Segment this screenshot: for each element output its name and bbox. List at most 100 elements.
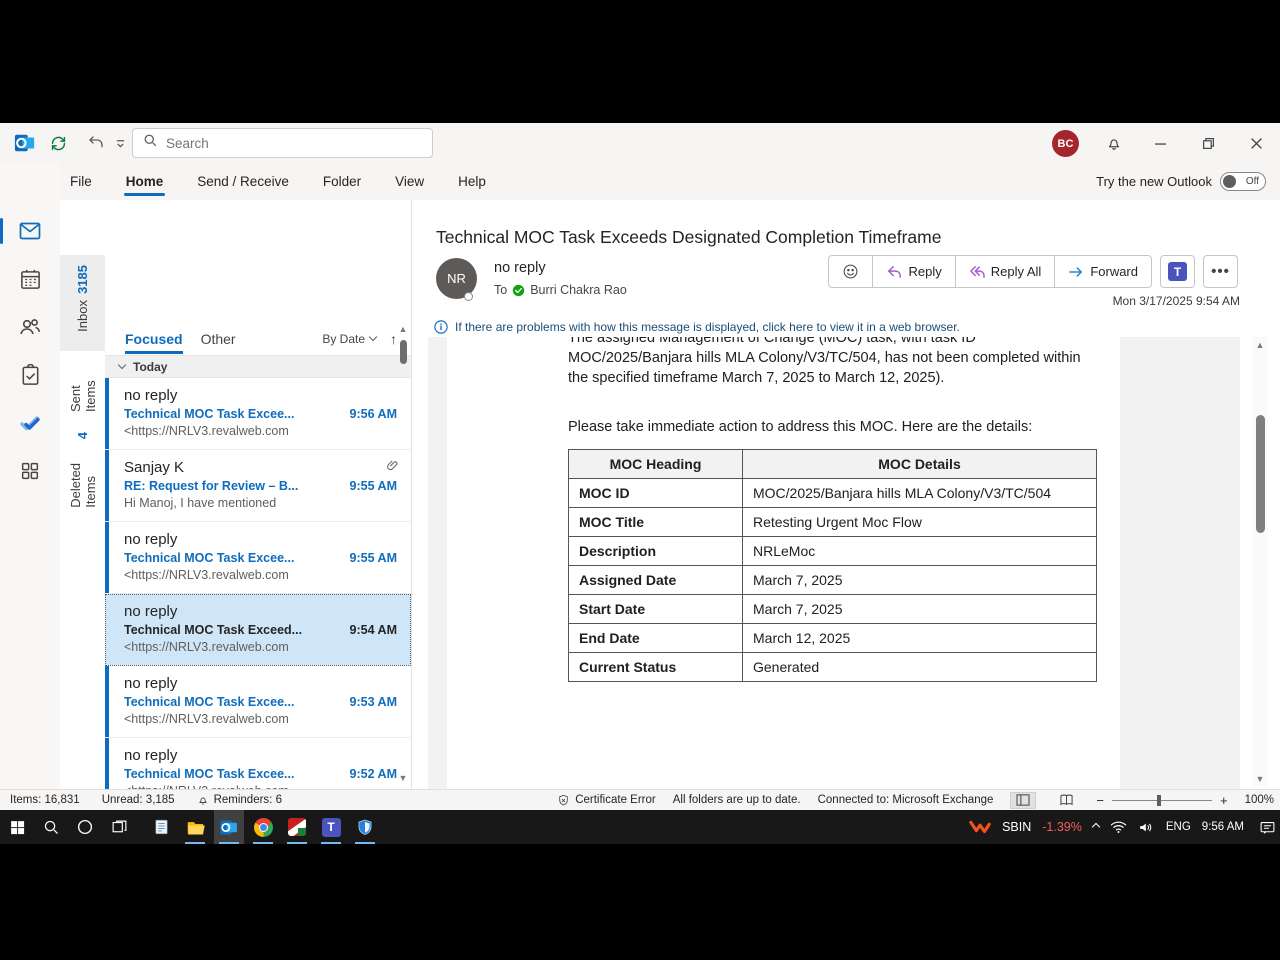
list-item[interactable]: no reply Technical MOC Task Excee...9:56… (105, 378, 411, 450)
cortana-button[interactable] (70, 810, 100, 844)
outlook-taskbar-icon[interactable] (214, 810, 244, 844)
search-bar[interactable] (132, 128, 433, 158)
list-item[interactable]: Sanjay K RE: Request for Review – B...9:… (105, 450, 411, 522)
task-view-button[interactable] (104, 810, 134, 844)
stock-symbol[interactable]: SBIN (1002, 820, 1031, 834)
app-rail (0, 163, 60, 789)
menu-home[interactable]: Home (124, 165, 166, 198)
stock-change[interactable]: -1.39% (1042, 820, 1082, 834)
send-receive-sync-icon[interactable] (46, 131, 70, 155)
reading-view-button[interactable] (1010, 792, 1036, 809)
tab-focused[interactable]: Focused (125, 331, 183, 347)
menu-send-receive[interactable]: Send / Receive (195, 165, 291, 198)
unread-indicator (105, 450, 109, 521)
red-green-app-icon[interactable] (282, 810, 312, 844)
list-header: Focused Other By Date ↑ (105, 322, 411, 355)
forward-button-header[interactable]: Forward (1055, 256, 1151, 287)
folder-inbox[interactable]: 3185 Inbox (60, 255, 105, 351)
window-close-button[interactable] (1244, 131, 1268, 155)
zoom-in-button[interactable]: + (1220, 793, 1228, 808)
forward-icon (1068, 265, 1084, 279)
sort-by-date[interactable]: By Date (322, 332, 376, 346)
table-header-heading: MOC Heading (569, 450, 743, 479)
calendar-nav-icon[interactable] (18, 267, 42, 291)
teams-app-icon[interactable]: T (316, 810, 346, 844)
window-restore-button[interactable] (1196, 131, 1220, 155)
status-unread-count: Unread: 3,185 (102, 794, 175, 806)
list-scrollbar[interactable]: ▲ ▼ (396, 324, 410, 783)
folder-sent-items[interactable]: Sent Items (60, 350, 105, 422)
zoom-slider[interactable] (1112, 800, 1212, 801)
tasks-nav-icon[interactable] (18, 363, 42, 387)
mail-nav-icon[interactable] (18, 219, 42, 243)
more-apps-nav-icon[interactable] (18, 459, 42, 483)
chrome-app-icon[interactable] (248, 810, 278, 844)
folder-deleted-items[interactable]: 4 Deleted Items (60, 422, 105, 518)
title-bar: BC (0, 123, 1280, 163)
wifi-icon[interactable] (1110, 820, 1127, 834)
tray-expand-chevron-icon[interactable] (1093, 821, 1099, 833)
recipient-name[interactable]: Burri Chakra Rao (530, 283, 627, 297)
table-row: Current StatusGenerated (569, 653, 1097, 682)
list-scrollbar-thumb[interactable] (400, 340, 407, 364)
search-icon (143, 133, 158, 153)
clock[interactable]: 9:56 AM (1202, 821, 1244, 833)
folder-strip: 3185 Inbox Sent Items 4 Deleted Items (60, 200, 105, 789)
reading-scrollbar-thumb[interactable] (1256, 415, 1265, 533)
zoom-slider-thumb[interactable] (1157, 795, 1161, 806)
taskbar-search-button[interactable] (36, 810, 66, 844)
reading-mode-button[interactable] (1053, 792, 1079, 809)
reply-button-header[interactable]: Reply (873, 256, 955, 287)
table-row: DescriptionNRLeMoc (569, 537, 1097, 566)
menu-help[interactable]: Help (456, 165, 488, 198)
status-bar: Items: 16,831 Unread: 3,185 Reminders: 6… (0, 789, 1280, 810)
message-info-bar[interactable]: If there are problems with how this mess… (434, 317, 1220, 337)
window-minimize-button[interactable] (1148, 131, 1172, 155)
list-item[interactable]: no reply Technical MOC Task Excee...9:52… (105, 738, 411, 789)
info-icon (434, 320, 448, 334)
more-actions-button[interactable]: ••• (1203, 255, 1238, 288)
list-item-selected[interactable]: no reply Technical MOC Task Exceed...9:5… (105, 594, 411, 666)
language-indicator[interactable]: ENG (1166, 821, 1191, 833)
account-avatar[interactable]: BC (1052, 130, 1079, 157)
reminder-bell-icon (197, 794, 209, 806)
people-nav-icon[interactable] (18, 315, 42, 339)
new-outlook-toggle[interactable]: Off (1220, 172, 1266, 191)
file-explorer-app-icon[interactable] (180, 810, 210, 844)
message-actions: Reply Reply All Forward T ••• (828, 255, 1238, 288)
list-item[interactable]: no reply Technical MOC Task Excee...9:55… (105, 522, 411, 594)
reading-scrollbar[interactable]: ▲ ▼ (1252, 337, 1268, 786)
reply-all-button-header[interactable]: Reply All (956, 256, 1056, 287)
certificate-error-status[interactable]: Certificate Error (557, 794, 656, 807)
stock-ticker-icon (969, 819, 991, 835)
undo-icon[interactable] (84, 131, 108, 155)
zoom-out-button[interactable]: − (1096, 793, 1104, 808)
menu-view[interactable]: View (393, 165, 426, 198)
outlook-app-icon (13, 131, 37, 155)
message-body-page: The assigned Management of Change (MOC) … (447, 337, 1120, 789)
tab-other[interactable]: Other (201, 331, 236, 347)
sender-name[interactable]: no reply (494, 260, 546, 276)
notifications-bell-icon[interactable] (1102, 131, 1126, 155)
table-row: Start DateMarch 7, 2025 (569, 595, 1097, 624)
todo-nav-icon[interactable] (18, 411, 42, 435)
message-body: The assigned Management of Change (MOC) … (428, 337, 1240, 789)
status-reminders[interactable]: Reminders: 6 (197, 794, 282, 806)
emoji-reaction-button[interactable] (829, 256, 873, 287)
system-tray: SBIN -1.39% ENG 9:56 AM (969, 810, 1276, 844)
table-row: Assigned DateMarch 7, 2025 (569, 566, 1097, 595)
action-center-icon[interactable] (1259, 820, 1276, 835)
list-item[interactable]: no reply Technical MOC Task Excee...9:53… (105, 666, 411, 738)
start-button[interactable] (2, 810, 32, 844)
menu-folder[interactable]: Folder (321, 165, 363, 198)
toggle-knob (1223, 175, 1236, 188)
menu-file[interactable]: File (68, 165, 94, 198)
notepad-app-icon[interactable] (146, 810, 176, 844)
group-header-today[interactable]: Today (105, 355, 411, 378)
customize-toolbar-chevron-icon[interactable] (108, 131, 132, 155)
zoom-level[interactable]: 100% (1245, 794, 1274, 806)
search-input[interactable] (166, 136, 396, 151)
volume-icon[interactable] (1138, 820, 1155, 835)
security-shield-app-icon[interactable] (350, 810, 380, 844)
share-to-teams-header-button[interactable]: T (1160, 255, 1195, 288)
